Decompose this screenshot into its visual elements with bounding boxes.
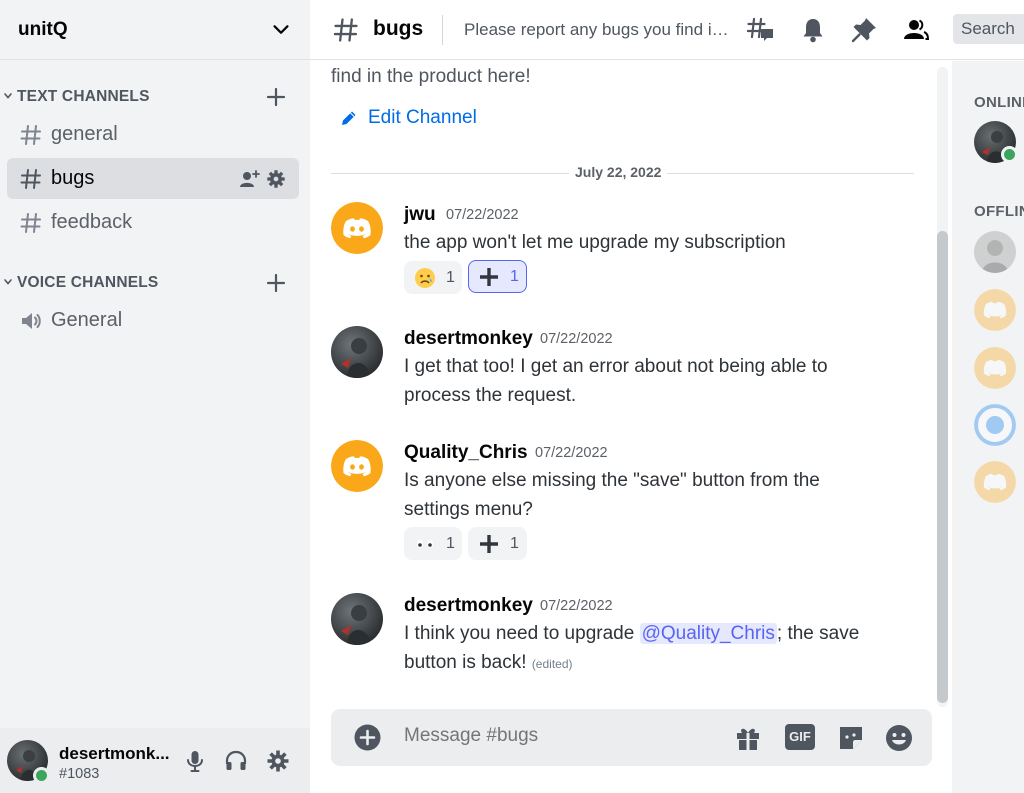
avatar[interactable] (331, 202, 383, 254)
pencil-icon (342, 111, 356, 125)
reaction-count: 1 (510, 534, 519, 552)
hash-icon (20, 169, 41, 189)
channel-label: general (51, 123, 118, 145)
chevron-down-icon (273, 24, 289, 34)
member-list-icon[interactable] (902, 16, 930, 44)
channel-topic[interactable]: Please report any bugs you find in the p… (464, 20, 730, 40)
channel-title: bugs (373, 17, 424, 40)
user-name: desertmonk... (59, 744, 170, 763)
reaction-count: 1 (510, 267, 519, 285)
create-channel-icon[interactable] (266, 273, 286, 293)
message-author[interactable]: desertmonkey (404, 595, 533, 617)
message-list: find in the product here! Edit Channel J… (310, 61, 952, 793)
reaction-count: 1 (446, 268, 455, 286)
message-content: I get that too! I get an error about not… (404, 356, 828, 406)
bell-icon[interactable] (799, 16, 827, 44)
message-content: Is anyone else missing the "save" button… (404, 470, 820, 520)
message-author[interactable]: jwu (404, 204, 436, 226)
member-list: ONLINE OFFLINE (952, 61, 1024, 793)
avatar[interactable] (974, 461, 1016, 503)
headphones-icon[interactable] (224, 749, 248, 773)
reaction-crying[interactable]: 1 (404, 261, 462, 294)
message-timestamp: 07/22/2022 (535, 445, 608, 461)
invite-member-icon[interactable] (239, 168, 261, 190)
avatar[interactable] (331, 326, 383, 378)
sidebar-item-feedback[interactable]: feedback (7, 202, 299, 243)
message-content: the app won't let me upgrade my subscrip… (404, 232, 786, 253)
avatar[interactable] (974, 404, 1016, 446)
sidebar-item-bugs[interactable]: bugs (7, 158, 299, 199)
sticker-icon[interactable] (836, 723, 866, 753)
collapse-arrow-icon (4, 279, 12, 285)
message-author[interactable]: desertmonkey (404, 328, 533, 350)
channel-sidebar: unitQ TEXT CHANNELS general bugs feedbac… (0, 0, 310, 793)
avatar[interactable] (974, 289, 1016, 331)
reaction-plus[interactable]: 1 (468, 527, 527, 560)
message-timestamp: 07/22/2022 (446, 207, 519, 223)
user-tag: #1083 (59, 766, 100, 782)
online-status-indicator (33, 767, 50, 784)
channel-label: bugs (51, 167, 95, 189)
category-text-channels[interactable]: TEXT CHANNELS (0, 82, 310, 112)
message-input[interactable] (404, 725, 724, 747)
channel-label: General (51, 309, 123, 331)
header-divider (442, 15, 443, 45)
edit-channel-label: Edit Channel (368, 107, 477, 128)
add-attachment-icon[interactable] (354, 724, 381, 751)
sidebar-item-general[interactable]: general (7, 114, 299, 155)
edit-channel-link[interactable]: Edit Channel (340, 107, 477, 129)
edited-label: (edited) (531, 657, 573, 671)
category-label: VOICE CHANNELS (17, 274, 159, 291)
gif-button[interactable]: GIF (785, 724, 815, 750)
message-timestamp: 07/22/2022 (540, 598, 613, 614)
emoji-picker-icon[interactable] (884, 723, 914, 753)
plus-sign-icon (478, 266, 500, 288)
message-content: I think you need to upgrade @Quality_Chr… (404, 619, 874, 679)
hash-icon (20, 125, 41, 145)
online-members-heading: ONLINE (974, 94, 1024, 111)
scrollbar-thumb[interactable] (937, 231, 948, 703)
channel-intro-text: find in the product here! (331, 66, 531, 87)
threads-icon[interactable] (747, 16, 775, 44)
gear-icon[interactable] (265, 168, 287, 190)
server-header[interactable]: unitQ (0, 0, 310, 60)
channel-label: feedback (51, 211, 133, 233)
microphone-icon[interactable] (183, 749, 207, 773)
message-author[interactable]: Quality_Chris (404, 442, 528, 464)
pin-icon[interactable] (850, 16, 878, 44)
reaction-eyes[interactable]: 1 (404, 527, 462, 560)
channel-header: bugs Please report any bugs you find in … (310, 0, 1024, 60)
avatar[interactable] (974, 231, 1016, 273)
message-text-part: I think you need to upgrade (404, 623, 640, 644)
plus-sign-icon (478, 533, 500, 555)
server-name: unitQ (18, 18, 68, 40)
date-divider-label: July 22, 2022 (569, 164, 668, 180)
message-composer: GIF (331, 709, 932, 766)
sidebar-item-voice-general[interactable]: General (7, 300, 299, 341)
crying-face-icon (414, 267, 436, 289)
search-input[interactable]: Search (953, 14, 1024, 44)
avatar[interactable] (331, 593, 383, 645)
hash-icon (20, 213, 41, 233)
avatar[interactable] (974, 347, 1016, 389)
create-channel-icon[interactable] (266, 87, 286, 107)
offline-members-heading: OFFLINE (974, 203, 1024, 220)
user-mention[interactable]: @Quality_Chris (639, 623, 777, 644)
reaction-plus[interactable]: 1 (468, 260, 527, 293)
speaker-icon (22, 313, 41, 329)
eyes-icon (414, 533, 436, 555)
avatar[interactable] (331, 440, 383, 492)
online-status-indicator (1001, 146, 1018, 163)
collapse-arrow-icon (4, 93, 12, 99)
discord-app: unitQ TEXT CHANNELS general bugs feedbac… (0, 0, 1024, 793)
user-panel: desertmonk... #1083 (0, 728, 310, 793)
reaction-count: 1 (446, 534, 455, 552)
category-label: TEXT CHANNELS (17, 88, 150, 105)
hash-icon (333, 18, 358, 42)
gift-icon[interactable] (733, 723, 763, 753)
gear-icon[interactable] (266, 749, 290, 773)
message-timestamp: 07/22/2022 (540, 331, 613, 347)
category-voice-channels[interactable]: VOICE CHANNELS (0, 268, 310, 298)
